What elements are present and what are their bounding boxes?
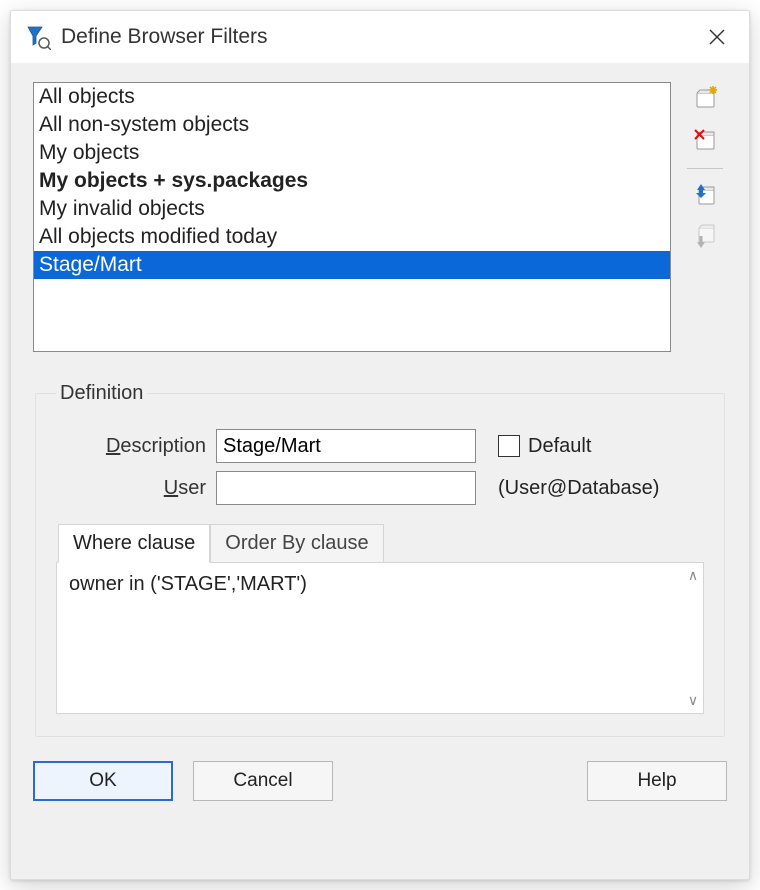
user-label: User xyxy=(56,477,216,500)
filter-item[interactable]: My invalid objects xyxy=(34,195,670,223)
filter-toolbar xyxy=(683,82,727,263)
dialog-content: All objectsAll non-system objectsMy obje… xyxy=(11,64,749,879)
filter-list[interactable]: All objectsAll non-system objectsMy obje… xyxy=(33,82,671,352)
definition-legend: Definition xyxy=(56,382,147,405)
user-hint: (User@Database) xyxy=(498,477,659,500)
dialog-title: Define Browser Filters xyxy=(61,25,697,49)
cancel-button[interactable]: Cancel xyxy=(193,761,333,801)
clause-tabs: Where clauseOrder By clause owner in ('S… xyxy=(56,523,704,714)
user-input[interactable] xyxy=(216,471,476,505)
default-checkbox[interactable] xyxy=(498,435,520,457)
where-clause-panel: owner in ('STAGE','MART') ∧ ∨ xyxy=(56,562,704,714)
definition-group: Definition Description Default User (Use… xyxy=(35,382,725,737)
filter-item[interactable]: Stage/Mart xyxy=(34,251,670,279)
help-button[interactable]: Help xyxy=(587,761,727,801)
tab-where-clause[interactable]: Where clause xyxy=(58,524,210,563)
editor-scrollbar[interactable]: ∧ ∨ xyxy=(683,563,703,713)
dialog-buttons: OK Cancel Help xyxy=(33,761,727,801)
where-clause-editor[interactable]: owner in ('STAGE','MART') xyxy=(57,563,683,713)
move-up-button[interactable] xyxy=(689,179,721,211)
move-down-button[interactable] xyxy=(689,221,721,253)
description-input[interactable] xyxy=(216,429,476,463)
toolbar-separator xyxy=(687,168,723,169)
dialog-window: Define Browser Filters All objectsAll no… xyxy=(10,10,750,880)
filter-item[interactable]: My objects xyxy=(34,139,670,167)
description-label: Description xyxy=(56,435,216,458)
filter-item[interactable]: My objects + sys.packages xyxy=(34,167,670,195)
filter-app-icon xyxy=(25,24,51,50)
titlebar: Define Browser Filters xyxy=(11,11,749,64)
filter-item[interactable]: All non-system objects xyxy=(34,111,670,139)
scroll-up-icon: ∧ xyxy=(685,567,701,584)
close-button[interactable] xyxy=(697,17,737,57)
scroll-down-icon: ∨ xyxy=(685,692,701,709)
ok-button[interactable]: OK xyxy=(33,761,173,801)
delete-filter-button[interactable] xyxy=(689,124,721,156)
filter-item[interactable]: All objects modified today xyxy=(34,223,670,251)
new-filter-button[interactable] xyxy=(689,82,721,114)
filter-item[interactable]: All objects xyxy=(34,83,670,111)
tab-order-by-clause[interactable]: Order By clause xyxy=(210,524,383,563)
default-label: Default xyxy=(528,435,591,458)
